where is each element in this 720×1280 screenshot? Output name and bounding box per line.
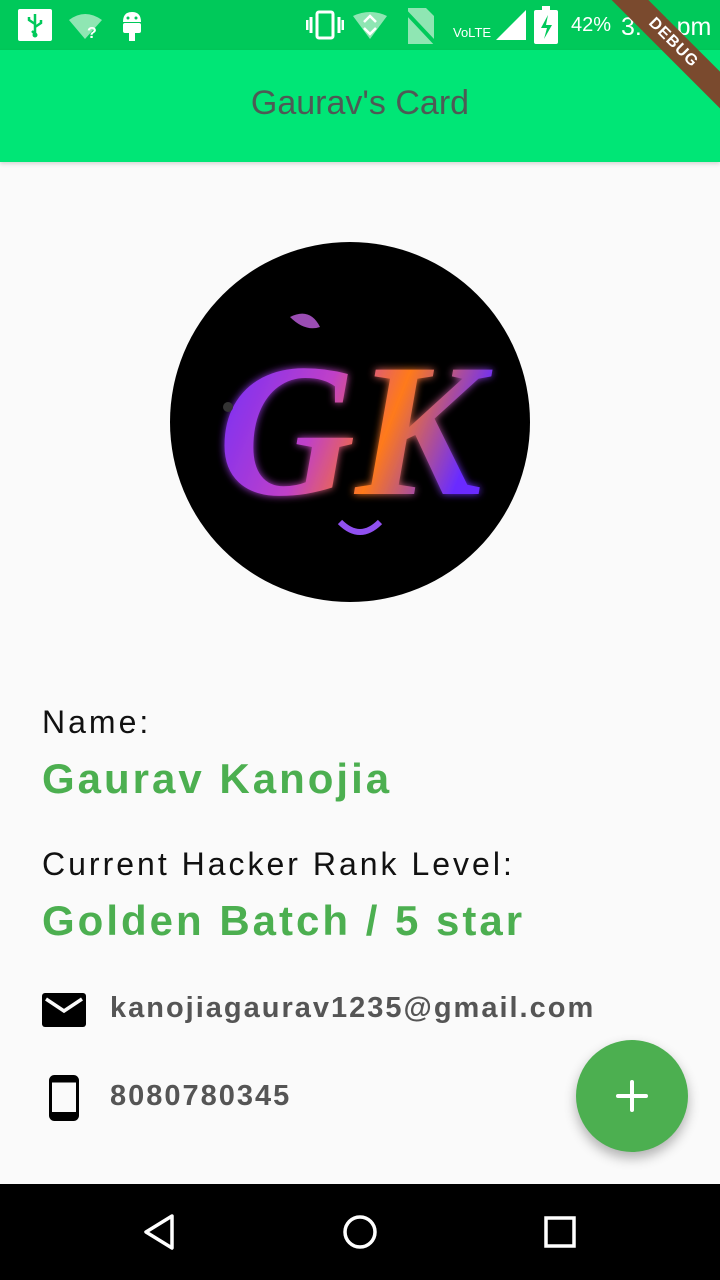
add-fab-button[interactable] bbox=[576, 1040, 688, 1152]
android-icon bbox=[123, 12, 141, 41]
phone-text[interactable]: 8080780345 bbox=[110, 1080, 291, 1113]
name-label: Name: bbox=[42, 704, 152, 740]
battery-charging-icon bbox=[534, 6, 558, 44]
debug-banner: DEBUG bbox=[590, 0, 720, 130]
signal-icon bbox=[496, 10, 526, 40]
usb-icon bbox=[18, 9, 52, 41]
back-icon[interactable] bbox=[138, 1210, 182, 1254]
gk-logo-icon: GK bbox=[218, 313, 493, 536]
email-text[interactable]: kanojiagaurav1235@gmail.com bbox=[110, 992, 595, 1025]
no-sim-icon bbox=[402, 8, 438, 46]
vibrate-icon bbox=[306, 10, 344, 40]
rank-label: Current Hacker Rank Level: bbox=[42, 846, 515, 882]
avatar-monogram: GK bbox=[218, 326, 493, 536]
wifi-question-icon: ? bbox=[69, 14, 102, 40]
rank-value: Golden Batch / 5 star bbox=[42, 897, 526, 944]
name-value: Gaurav Kanojia bbox=[42, 755, 393, 802]
network-type-label: VoLTE bbox=[453, 25, 492, 40]
avatar: GK bbox=[170, 242, 530, 602]
home-icon[interactable] bbox=[338, 1210, 382, 1254]
mail-icon bbox=[42, 993, 86, 1027]
navigation-bar bbox=[0, 1184, 720, 1280]
add-icon bbox=[616, 1080, 648, 1112]
debug-label: DEBUG bbox=[603, 0, 720, 113]
phone-icon bbox=[49, 1075, 79, 1121]
recents-icon[interactable] bbox=[538, 1210, 582, 1254]
svg-text:?: ? bbox=[87, 25, 97, 40]
data-icon bbox=[353, 12, 387, 39]
